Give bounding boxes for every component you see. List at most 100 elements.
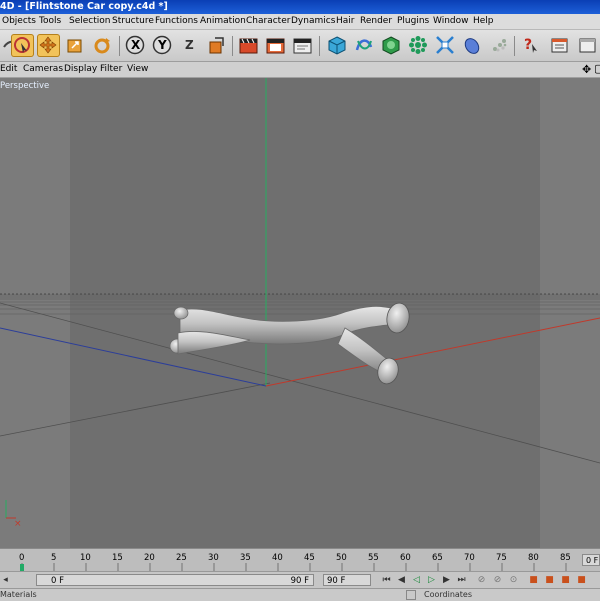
x-axis-label: X bbox=[131, 38, 141, 52]
play-backward-icon[interactable]: ◁ bbox=[411, 575, 422, 586]
range-end-label: 90 F bbox=[290, 576, 309, 586]
svg-text:×: × bbox=[14, 519, 22, 529]
menu-render[interactable]: Render bbox=[360, 16, 392, 26]
deformer-icon[interactable] bbox=[434, 34, 457, 57]
menu-functions[interactable]: Functions bbox=[155, 16, 198, 26]
x-axis-icon[interactable]: X bbox=[124, 34, 147, 57]
timeline-ruler[interactable]: 0 5 10 15 20 25 30 35 40 45 50 55 60 65 … bbox=[0, 548, 600, 572]
end-frame-field[interactable]: 90 F bbox=[323, 574, 371, 586]
menu-bar: Objects Tools Selection Structure Functi… bbox=[0, 14, 600, 30]
coordinates-tab[interactable]: Coordinates bbox=[424, 590, 472, 599]
title-bar: 4D - [Flintstone Car copy.c4d *] bbox=[0, 0, 600, 14]
play-forward-icon[interactable]: ▷ bbox=[426, 575, 437, 586]
array-icon[interactable] bbox=[407, 34, 430, 57]
parameter-key-icon[interactable]: ■ bbox=[576, 575, 587, 586]
previous-key-icon[interactable]: ◀ bbox=[396, 575, 407, 586]
scene-icon[interactable] bbox=[461, 34, 484, 57]
timeline-tick: 70 bbox=[464, 553, 475, 563]
scale-icon[interactable] bbox=[63, 34, 86, 57]
timeline-tick: 40 bbox=[272, 553, 283, 563]
nurbs-icon[interactable] bbox=[380, 34, 403, 57]
render-picture-viewer-icon[interactable] bbox=[264, 34, 287, 57]
menu-window[interactable]: Window bbox=[433, 16, 469, 26]
timeline-tick: 30 bbox=[208, 553, 219, 563]
floor-grid bbox=[0, 294, 600, 315]
menu-character[interactable]: Character bbox=[246, 16, 290, 26]
go-to-end-icon[interactable]: ⏭ bbox=[456, 575, 467, 586]
menu-dynamics[interactable]: Dynamics bbox=[291, 16, 335, 26]
main-toolbar: X Y Z ? bbox=[0, 30, 600, 62]
autokey-icon[interactable]: ⊘ bbox=[492, 575, 503, 586]
position-key-icon[interactable]: ■ bbox=[528, 575, 539, 586]
y-axis-icon[interactable]: Y bbox=[151, 34, 174, 57]
keyframe-selection-icon[interactable]: ⊙ bbox=[508, 575, 519, 586]
scale-key-icon[interactable]: ■ bbox=[544, 575, 555, 586]
timeline-tick: 10 bbox=[80, 553, 91, 563]
coordinate-system-icon[interactable] bbox=[205, 34, 228, 57]
timeline-tick: 25 bbox=[176, 553, 187, 563]
viewport-menu-edit[interactable]: Edit bbox=[0, 64, 17, 74]
layout-icon[interactable] bbox=[548, 34, 571, 57]
range-start-label: 0 F bbox=[51, 576, 64, 586]
timeline-tick: 65 bbox=[432, 553, 443, 563]
viewport-move-icon[interactable]: ✥ bbox=[582, 63, 591, 76]
next-key-icon[interactable]: ▶ bbox=[441, 575, 452, 586]
z-axis-icon[interactable]: Z bbox=[178, 34, 201, 57]
viewport-safe-frame-right bbox=[540, 78, 600, 548]
timeline-tick: 60 bbox=[400, 553, 411, 563]
timeline-tick: 80 bbox=[528, 553, 539, 563]
coordinates-checkbox[interactable] bbox=[406, 590, 416, 600]
menu-tools[interactable]: Tools bbox=[39, 16, 61, 26]
materials-tab[interactable]: Materials bbox=[0, 590, 37, 599]
go-to-start-icon[interactable]: ⏮ bbox=[381, 575, 392, 586]
timeline-tick: 35 bbox=[240, 553, 251, 563]
spline-icon[interactable] bbox=[353, 34, 376, 57]
render-settings-icon[interactable] bbox=[291, 34, 314, 57]
y-axis-label: Y bbox=[158, 38, 167, 52]
viewport-menu-view[interactable]: View bbox=[127, 64, 148, 74]
viewport-menu-filter[interactable]: Filter bbox=[100, 64, 122, 74]
timeline-tick: 15 bbox=[112, 553, 123, 563]
frame-range-slider[interactable]: 0 F 90 F bbox=[36, 574, 314, 586]
particle-icon[interactable] bbox=[488, 34, 511, 57]
playback-controls: ◂ 0 F 90 F 90 F ⏮ ◀ ◁ ▷ ▶ ⏭ ⊘ ⊘ ⊙ ■ ■ ■ … bbox=[0, 571, 600, 589]
perspective-viewport[interactable]: × Perspective bbox=[0, 78, 600, 548]
toolbar-separator bbox=[119, 36, 120, 56]
viewport-maximize-icon[interactable]: ▢ bbox=[594, 62, 600, 75]
timeline-tick: 55 bbox=[368, 553, 379, 563]
menu-selection[interactable]: Selection bbox=[69, 16, 110, 26]
timeline-tick: 85 bbox=[560, 553, 571, 563]
viewport-menu-cameras[interactable]: Cameras bbox=[23, 64, 63, 74]
svg-text:?: ? bbox=[524, 37, 532, 53]
bottom-panel-bar: Materials Coordinates bbox=[0, 588, 600, 601]
viewport-canvas: × bbox=[0, 78, 600, 548]
cube-icon[interactable] bbox=[326, 34, 349, 57]
live-selection-icon[interactable] bbox=[11, 34, 34, 57]
timeline-tick: 75 bbox=[496, 553, 507, 563]
record-icon[interactable]: ⊘ bbox=[476, 575, 487, 586]
viewport-safe-frame-left bbox=[0, 78, 70, 548]
menu-help[interactable]: Help bbox=[473, 16, 494, 26]
rotation-key-icon[interactable]: ■ bbox=[560, 575, 571, 586]
menu-structure[interactable]: Structure bbox=[112, 16, 154, 26]
move-icon[interactable] bbox=[37, 34, 60, 57]
menu-hair[interactable]: Hair bbox=[336, 16, 354, 26]
menu-objects[interactable]: Objects bbox=[2, 16, 36, 26]
timeline-tick: 5 bbox=[51, 553, 57, 563]
viewport-menu: Edit Cameras Display Filter View ✥ ▢ bbox=[0, 62, 600, 78]
timeline-tick: 45 bbox=[304, 553, 315, 563]
timeline-tick: 50 bbox=[336, 553, 347, 563]
panel-icon[interactable] bbox=[576, 34, 599, 57]
toolbar-separator bbox=[514, 36, 515, 56]
render-view-icon[interactable] bbox=[237, 34, 260, 57]
rotate-icon[interactable] bbox=[91, 34, 114, 57]
toolbar-separator bbox=[319, 36, 320, 56]
viewport-menu-display[interactable]: Display bbox=[64, 64, 97, 74]
z-axis-label: Z bbox=[185, 38, 194, 52]
viewport-label: Perspective bbox=[0, 81, 50, 91]
left-arrow-icon[interactable]: ◂ bbox=[0, 575, 11, 586]
menu-plugins[interactable]: Plugins bbox=[397, 16, 429, 26]
menu-animation[interactable]: Animation bbox=[200, 16, 246, 26]
current-frame-field[interactable]: 0 F bbox=[582, 554, 600, 566]
help-cursor-icon[interactable]: ? bbox=[520, 34, 543, 57]
